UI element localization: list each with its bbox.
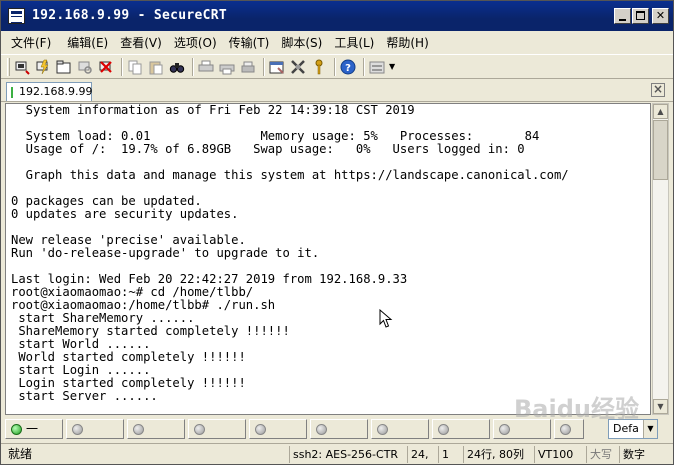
scrollbar-thumb[interactable]: [653, 120, 668, 180]
gray-led-icon: [377, 424, 388, 435]
terminal-output: System information as of Fri Feb 22 14:3…: [11, 104, 569, 403]
terminal-line: Graph this data and manage this system a…: [11, 168, 569, 182]
svg-text:?: ?: [345, 63, 351, 74]
global-options-icon[interactable]: [289, 58, 307, 76]
printer-icon[interactable]: [239, 58, 257, 76]
gray-led-icon: [72, 424, 83, 435]
status-row: 24,: [407, 446, 429, 463]
text-cursor-icon: [379, 309, 393, 328]
tab-label: 192.168.9.99: [19, 85, 93, 98]
securecrt-window: 192.168.9.99 - SecureCRT ✕ 文件(F) 编辑(E) 查…: [0, 0, 674, 465]
find-icon[interactable]: [168, 58, 186, 76]
close-icon: ✕: [655, 9, 666, 22]
connect-icon[interactable]: [13, 58, 31, 76]
terminal-line: start Server ......: [11, 389, 158, 403]
close-tab-button[interactable]: ×: [651, 83, 665, 97]
button-bar-button[interactable]: [432, 419, 490, 439]
close-button[interactable]: ✕: [652, 8, 669, 24]
status-num: 数字: [619, 446, 645, 463]
gray-led-icon: [499, 424, 510, 435]
toolbar-grip[interactable]: [7, 57, 10, 76]
menu-file[interactable]: 文件(F): [11, 34, 51, 51]
status-protocol: ssh2: AES-256-CTR: [289, 446, 398, 463]
minimize-button[interactable]: [614, 8, 631, 24]
status-bar: 就绪 ssh2: AES-256-CTR 24, 1 24行, 80列 VT10…: [1, 443, 673, 464]
toolbar-overflow-chevron-icon[interactable]: ▼: [389, 59, 399, 75]
status-terminal-type: VT100: [534, 446, 573, 463]
help-icon[interactable]: ?: [339, 58, 357, 76]
button-bar-button[interactable]: [310, 419, 368, 439]
keymap-icon[interactable]: [310, 58, 328, 76]
terminal-line: System information as of Fri Feb 22 14:3…: [11, 103, 415, 117]
button-bar-button[interactable]: 一: [5, 419, 63, 439]
button-bar-button[interactable]: [66, 419, 124, 439]
menu-transfer[interactable]: 传输(T): [229, 34, 270, 51]
terminal-screen[interactable]: System information as of Fri Feb 22 14:3…: [5, 103, 651, 415]
status-caps: 大写: [586, 446, 612, 463]
green-led-icon: [11, 424, 22, 435]
menu-script[interactable]: 脚本(S): [281, 34, 322, 51]
button-bar-button[interactable]: [371, 419, 429, 439]
maximize-icon: [636, 11, 645, 20]
securecrt-app-icon[interactable]: [8, 8, 25, 24]
terminal-vertical-scrollbar[interactable]: ▲ ▼: [652, 103, 669, 415]
chevron-down-icon[interactable]: ▼: [643, 420, 657, 438]
toolbar-separator: [121, 57, 123, 76]
copy-icon[interactable]: [126, 58, 144, 76]
button-label: 一: [26, 422, 39, 436]
status-size: 24行, 80列: [463, 446, 524, 463]
quick-connect-icon[interactable]: [34, 58, 52, 76]
menu-options[interactable]: 选项(O): [174, 34, 217, 51]
gray-led-icon: [255, 424, 266, 435]
terminal-line: Usage of /: 19.7% of 6.89GB Swap usage: …: [11, 142, 525, 156]
toolbar: ? ▼: [1, 54, 673, 79]
scroll-down-icon[interactable]: ▼: [653, 399, 668, 414]
menu-edit[interactable]: 编辑(E): [67, 34, 108, 51]
toolbar-separator: [334, 57, 336, 76]
gray-led-icon: [438, 424, 449, 435]
gray-led-icon: [133, 424, 144, 435]
toolbar-separator: [192, 57, 194, 76]
disconnect-icon[interactable]: [97, 58, 115, 76]
gray-led-icon: [560, 424, 571, 435]
session-tab-bar: 192.168.9.99 ×: [1, 80, 673, 102]
toolbar-separator: [263, 57, 265, 76]
status-ready: 就绪: [8, 447, 33, 461]
minimize-icon: [619, 19, 626, 21]
button-bar-button[interactable]: [249, 419, 307, 439]
paste-icon[interactable]: [147, 58, 165, 76]
gray-led-icon: [316, 424, 327, 435]
window-title: 192.168.9.99 - SecureCRT: [32, 8, 228, 23]
terminal-line: 0 updates are security updates.: [11, 207, 239, 221]
session-options-icon[interactable]: [268, 58, 286, 76]
menu-tools[interactable]: 工具(L): [334, 34, 374, 51]
watermark: Baidu经验: [514, 395, 639, 423]
menu-view[interactable]: 查看(V): [120, 34, 162, 51]
reconnect-icon[interactable]: [76, 58, 94, 76]
terminal-line: Run 'do-release-upgrade' to upgrade to i…: [11, 246, 320, 260]
scroll-up-icon[interactable]: ▲: [653, 104, 668, 119]
title-bar[interactable]: 192.168.9.99 - SecureCRT ✕: [1, 1, 673, 31]
tab-session-192-168-9-99[interactable]: 192.168.9.99: [6, 82, 92, 101]
button-bar-button[interactable]: [127, 419, 185, 439]
button-bar-button[interactable]: [188, 419, 246, 439]
status-col: 1: [438, 446, 449, 463]
connect-in-tab-icon[interactable]: [55, 58, 73, 76]
maximize-button[interactable]: [632, 8, 649, 24]
print-selection-icon[interactable]: [218, 58, 236, 76]
gray-led-icon: [194, 424, 205, 435]
tab-status-indicator: [11, 87, 13, 98]
menu-bar: 文件(F) 编辑(E) 查看(V) 选项(O) 传输(T) 脚本(S) 工具(L…: [1, 31, 673, 53]
toolbar-separator: [363, 57, 365, 76]
sftp-icon[interactable]: [368, 58, 386, 76]
print-icon[interactable]: [197, 58, 215, 76]
menu-help[interactable]: 帮助(H): [386, 34, 428, 51]
